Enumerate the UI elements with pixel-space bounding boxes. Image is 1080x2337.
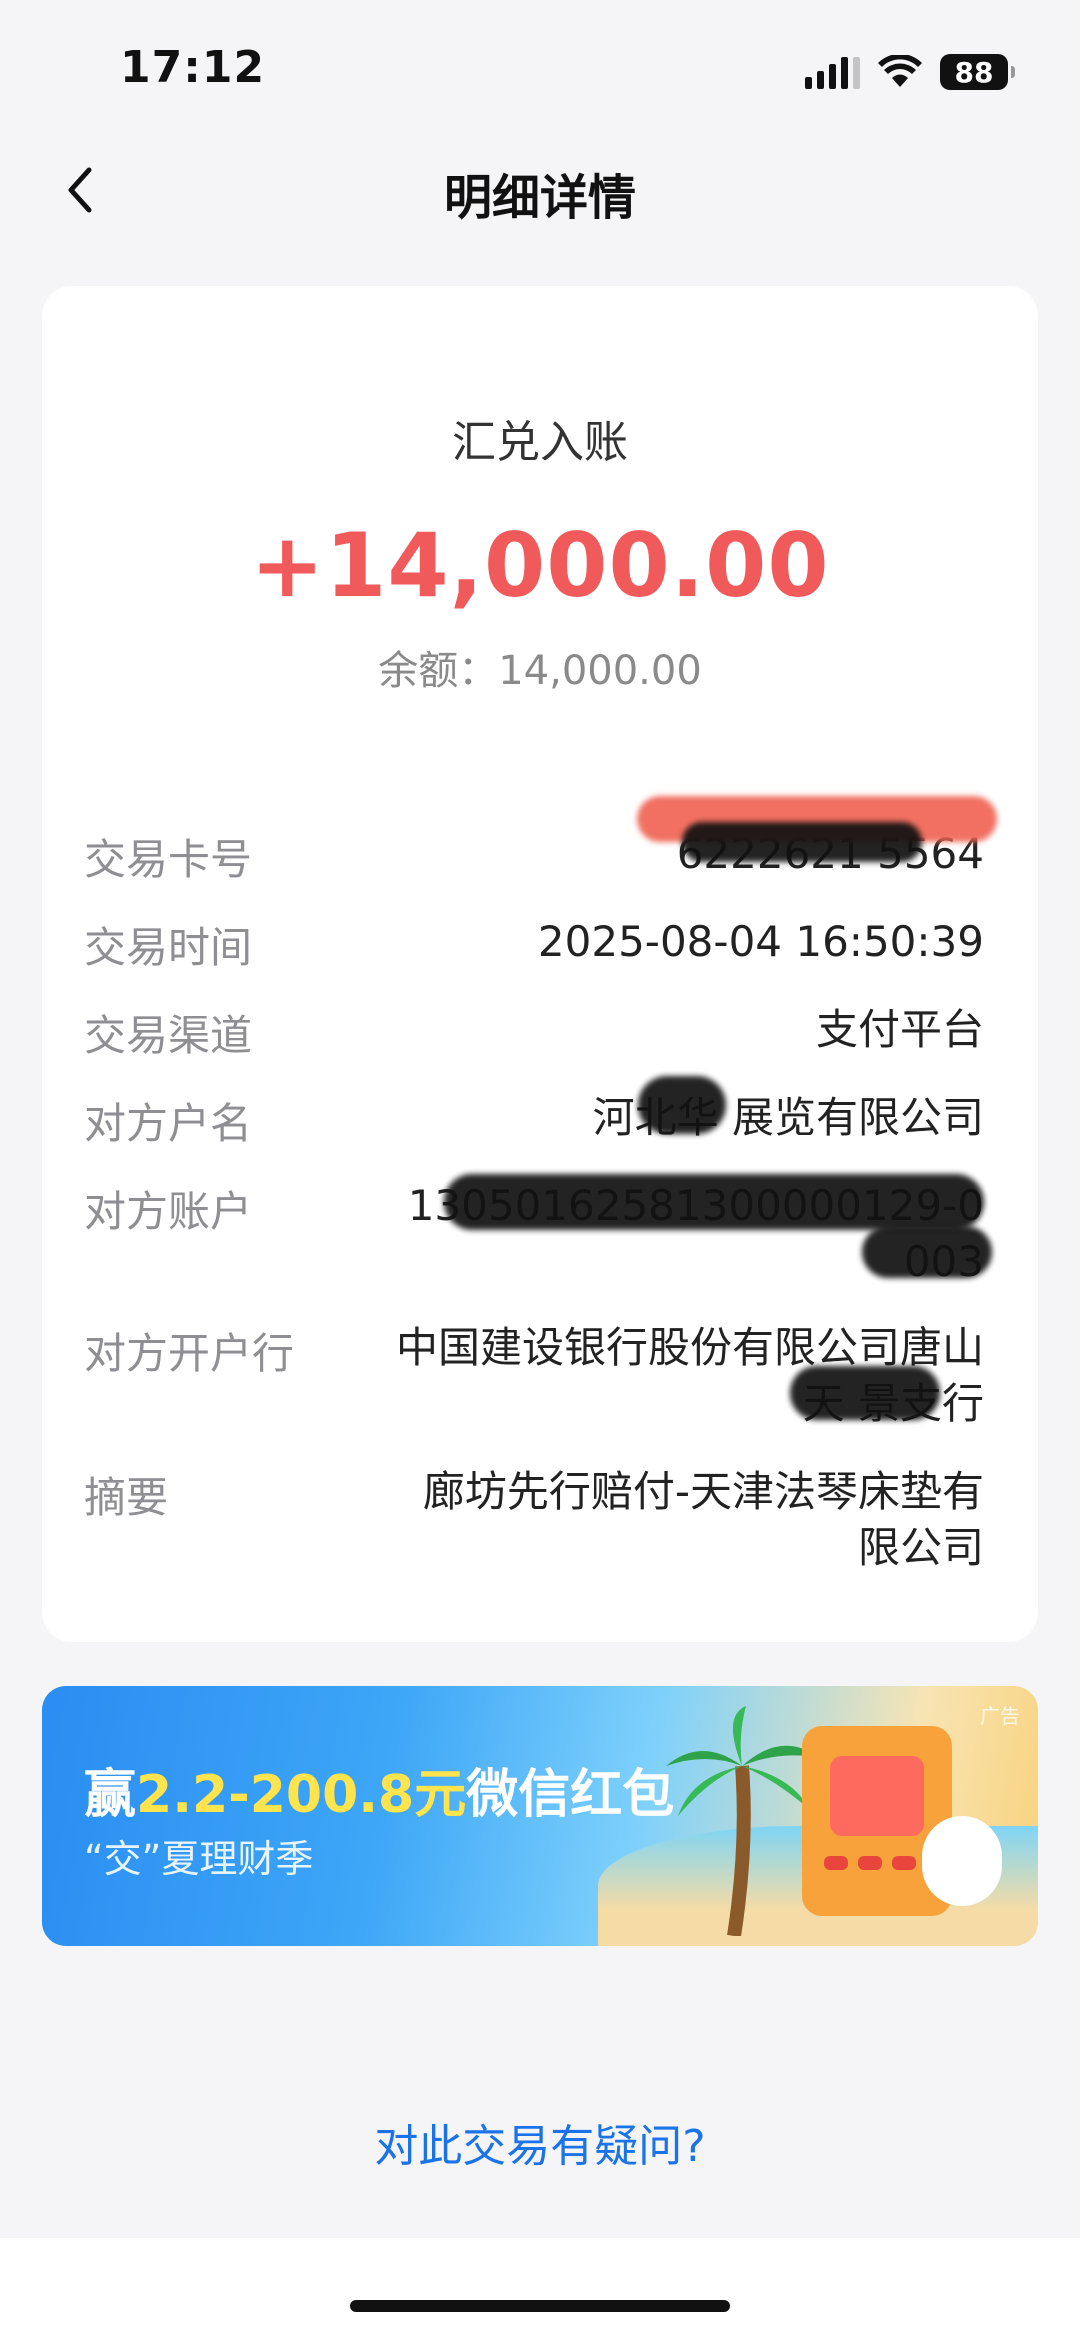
banner-title-highlight: 2.2-200.8元 [136, 1765, 467, 1825]
status-bar: 17:12 88 [0, 0, 1080, 140]
banner-title-prefix: 赢 [84, 1765, 137, 1825]
detail-label: 对方开户行 [84, 1329, 295, 1378]
banner-subtitle: “交”夏理财季 [84, 1837, 314, 1881]
account-balance: 余额：14,000.00 [378, 648, 702, 694]
banner-title-suffix: 微信红包 [466, 1765, 675, 1825]
wifi-icon [878, 55, 922, 87]
detail-row-remark: 摘要 廊坊先行赔付-天津法琴床垫有限公司 [84, 1464, 984, 1584]
detail-row-channel: 交易渠道 支付平台 [84, 1002, 984, 1062]
detail-value: 支付平台 [815, 1005, 984, 1054]
redaction-mark [862, 1226, 992, 1278]
mascot-illustration [922, 1816, 1002, 1906]
redaction-mark [638, 1076, 726, 1134]
nav-bar: 明细详情 [0, 140, 1080, 240]
ad-tag: 广告 [980, 1704, 1020, 1728]
detail-label: 摘要 [84, 1473, 169, 1522]
detail-row-time: 交易时间 2025-08-04 16:50:39 [84, 914, 984, 974]
banner-title: 赢2.2-200.8元微信红包 [84, 1752, 674, 1827]
detail-row-counterparty-name: 对方户名 河北华 展览有限公司 [84, 1090, 984, 1150]
transaction-amount: +14,000.00 [250, 514, 830, 617]
detail-label: 交易时间 [84, 923, 253, 972]
redaction-mark [444, 1174, 984, 1230]
detail-label: 交易渠道 [84, 1011, 253, 1060]
detail-label: 交易卡号 [84, 835, 253, 884]
battery-icon: 88 [940, 54, 1015, 90]
page-title: 明细详情 [443, 170, 636, 226]
home-bar [0, 2238, 1080, 2337]
redaction-mark [790, 1366, 940, 1420]
detail-label: 对方账户 [84, 1187, 253, 1236]
transaction-detail-card: 汇兑入账 +14,000.00 余额：14,000.00 交易卡号 622262… [42, 286, 1038, 1642]
home-indicator[interactable] [350, 2300, 730, 2312]
promo-banner[interactable]: 赢2.2-200.8元微信红包 “交”夏理财季 广告 [42, 1686, 1038, 1946]
palm-tree-icon [666, 1706, 820, 1936]
cellular-signal-icon [805, 55, 860, 89]
detail-value: 廊坊先行赔付-天津法琴床垫有限公司 [422, 1467, 984, 1572]
redaction-mark [682, 822, 922, 862]
detail-value: 2025-08-04 16:50:39 [537, 917, 984, 966]
battery-level: 88 [954, 55, 994, 89]
transaction-question-link[interactable]: 对此交易有疑问? [0, 2110, 1080, 2174]
status-time: 17:12 [120, 42, 266, 93]
status-icons: 88 [805, 50, 1015, 94]
transaction-type: 汇兑入账 [452, 417, 628, 468]
detail-label: 对方户名 [84, 1099, 253, 1148]
